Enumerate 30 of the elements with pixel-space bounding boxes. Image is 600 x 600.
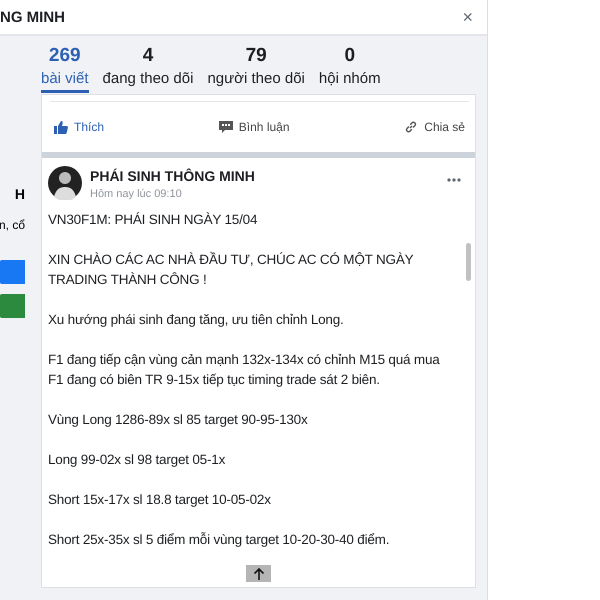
dialog-title: NG MINH <box>0 8 65 26</box>
scrollbar-thumb[interactable] <box>466 243 471 281</box>
side-button[interactable] <box>0 294 25 318</box>
post-paragraph: Vùng Long 1286-89x sl 85 target 90-95-130x <box>48 411 309 429</box>
author-name[interactable]: PHÁI SINH THÔNG MINH <box>90 168 435 184</box>
side-button[interactable] <box>0 260 25 284</box>
avatar <box>48 166 82 200</box>
comment-icon <box>218 120 233 134</box>
stat-tab[interactable]: 4 đang theo dõi <box>102 44 194 94</box>
profile-text: n, cổ <box>0 218 25 232</box>
post-paragraph: Xu hướng phái sinh đang tăng, ưu tiên chỉnh Long. <box>48 311 345 329</box>
close-button[interactable]: × <box>458 6 477 28</box>
scroll-top-button[interactable] <box>246 565 271 582</box>
stat-tab[interactable]: 79 người theo dõi <box>207 44 305 94</box>
arrow-up-icon <box>252 568 264 580</box>
stat-tab[interactable]: 0 hội nhóm <box>318 44 381 94</box>
comment-button[interactable]: Bình luận <box>218 120 290 134</box>
post-paragraph: VN30F1M: PHÁI SINH NGÀY 15/04 <box>48 211 258 229</box>
post-time: Hôm nay lúc 09:10 <box>90 188 183 200</box>
link-icon <box>404 120 418 134</box>
post-paragraph: F1 đang tiếp cận vùng cản mạnh 132x-134x có chỉnh M15 quá mua F1 đang có biên TR 9-15x tiếp tục timing trade sát 2 biên. <box>48 351 441 389</box>
like-button[interactable]: Thích <box>54 120 104 134</box>
share-button[interactable]: Chia sẻ <box>404 120 465 134</box>
dots-icon <box>447 178 461 182</box>
post-paragraph: Short 25x-35x sl 5 điểm mỗi vùng target 10-20-30-40 điểm. <box>48 531 390 549</box>
profile-name: H <box>14 186 25 202</box>
post-paragraph: XIN CHÀO CÁC AC NHÀ ĐẦU TƯ, CHÚC AC CÓ MỘT NGÀY TRADING THÀNH CÔNG ! <box>48 250 414 289</box>
post-paragraph: Long 99-02x sl 98 target 05-1x <box>48 451 226 469</box>
thumbs-up-icon <box>54 120 68 134</box>
post-paragraph: Short 15x-17x sl 18.8 target 10-05-02x <box>48 491 272 509</box>
